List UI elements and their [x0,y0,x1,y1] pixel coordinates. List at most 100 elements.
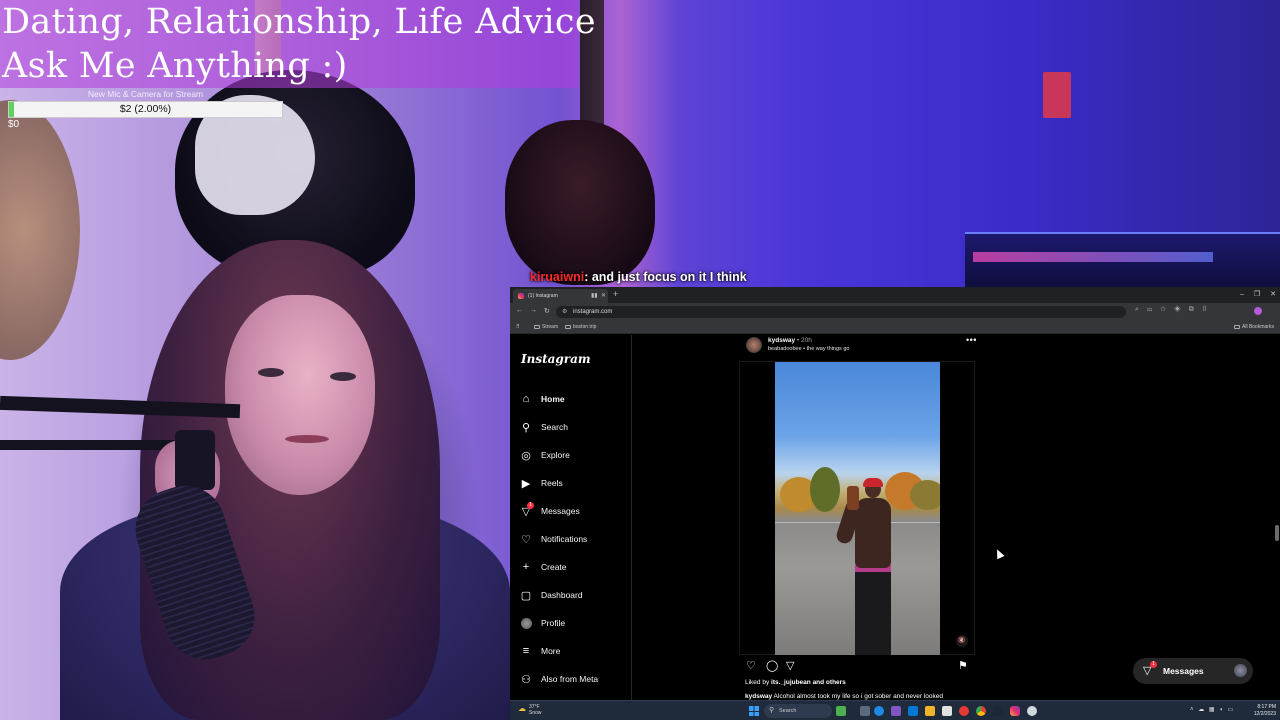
mute-icon[interactable]: 🔇 [956,635,968,647]
post-audio[interactable]: beabadoobee • the way things go [768,346,849,352]
bookmark-folder-stream[interactable]: Stream [534,324,558,330]
nav-reels[interactable]: ▶ Reels [520,474,630,492]
edge-icon[interactable] [874,706,884,716]
apps-grid-icon[interactable]: ⠿ [516,324,520,330]
save-bookmark-icon[interactable]: ⚑ [958,660,968,672]
chat-message: kiruaiwni: and just focus on it I think [530,270,747,284]
bookmark-star-icon[interactable]: ☆ [1160,306,1166,313]
nav-explore[interactable]: ◎ Explore [520,446,630,464]
clock-date: 12/2/2023 [1253,710,1276,717]
messages-badge: 1 [1150,661,1157,668]
nav-notifications[interactable]: ♡ Notifications [520,530,630,548]
comment-icon[interactable]: ◯ [766,660,778,672]
battery-icon[interactable]: ▭ [1228,707,1234,713]
dashboard-icon: ▢ [520,589,532,602]
hamburger-icon: ≡ [522,645,530,657]
zoom-icon[interactable]: ⌕ [1135,306,1139,313]
side-panel-icon[interactable]: ▯ [1202,306,1207,313]
instagram-favicon-icon [518,293,524,299]
nav-profile[interactable]: Profile [520,614,630,632]
obs-icon[interactable] [959,706,969,716]
forward-icon[interactable]: → [530,307,537,314]
mail-icon[interactable] [908,706,918,716]
start-icon[interactable] [749,706,759,716]
share-icon[interactable]: ▽ [786,660,794,672]
taskbar-app-icon[interactable] [891,706,901,716]
tab-instagram[interactable]: (1) Instagram ▮▮ ✕ [513,289,608,303]
liked-by-user[interactable]: its._jujubean [771,679,811,686]
tray-chevron-icon[interactable]: ˄ [1190,707,1194,713]
streamer-face [225,295,375,495]
reload-icon[interactable]: ↻ [544,307,550,315]
bookmark-folder-boston-trip[interactable]: boston trip [565,324,596,330]
tab-audio-icon[interactable]: ▮▮ [591,292,598,299]
network-icon[interactable]: ▦ [1209,707,1215,713]
close-window-icon[interactable]: ✕ [1270,291,1276,298]
post-actions: ♡ ◯ ▽ ⚑ [746,660,972,674]
like-icon[interactable]: ♡ [746,660,756,672]
donation-goal-min: $0 [8,119,20,130]
post-username-row: kydsway • 20h [768,337,812,344]
profile-photo [520,617,532,629]
file-explorer-icon[interactable] [925,706,935,716]
post-video[interactable] [775,362,940,655]
back-icon[interactable]: ← [516,307,523,314]
more-options-icon[interactable]: ••• [966,335,977,345]
taskbar: ☁ 37°F Snow ⚲ Search ˄ ☁ ▦ ◖ ▭ 8:17 PM 1… [510,700,1280,720]
nav-dashboard[interactable]: ▢ Dashboard [520,586,630,604]
taskbar-app-mouse-icon[interactable] [1027,706,1037,716]
messages-button[interactable]: ▽ 1 Messages [1133,658,1253,684]
mouse-cursor [993,547,1005,560]
nav-label: Reels [541,478,563,488]
messages-badge: 1 [527,502,534,509]
task-view-icon[interactable] [860,706,870,716]
extensions-puzzle-icon[interactable]: ⧉ [1189,306,1194,313]
taskbar-search[interactable]: ⚲ Search [764,704,832,718]
nav-create[interactable]: + Create [520,558,630,576]
screen-share-icon[interactable]: ▭ [1147,306,1152,313]
avatar [520,617,532,629]
folder-icon [534,324,540,329]
post-username[interactable]: kydsway [768,337,795,344]
instagram-sidebar: Instagram ⌂ Home ⚲ Search ◎ Explore ▶ Re… [510,335,632,720]
clock[interactable]: 8:17 PM 12/2/2023 [1248,704,1276,717]
new-tab-icon[interactable]: + [613,290,618,299]
scrollbar-thumb[interactable] [1275,525,1279,541]
toolbar-icons: ⌕ ▭ ☆ ◈ ⧉ ▯ [1135,306,1207,314]
instagram-logo[interactable]: Instagram [521,352,591,366]
liked-by-suffix[interactable]: and others [811,679,846,686]
plus-icon: + [522,561,530,573]
donation-goal-progress: $2 (2.00%) [119,103,172,115]
chat-username: kiruaiwni [530,270,585,284]
tab-close-icon[interactable]: ✕ [601,292,606,299]
post-avatar[interactable] [746,337,762,353]
tree [910,480,940,510]
taskbar-app-landscape-icon[interactable] [836,706,846,716]
nav-also-from-meta[interactable]: ⚇ Also from Meta [520,670,630,688]
extension-icon[interactable]: ◈ [1174,306,1181,313]
site-info-icon[interactable]: ⚙ [562,308,567,315]
nav-search[interactable]: ⚲ Search [520,418,630,436]
stream-title-line-2: Ask Me Anything :) [2,46,348,86]
folder-icon [1234,324,1240,329]
chrome-icon[interactable] [976,706,986,716]
onedrive-icon[interactable]: ☁ [1198,707,1204,713]
window-controls: – ❐ ✕ [1240,290,1276,298]
all-bookmarks[interactable]: All Bookmarks [1234,324,1274,330]
profile-avatar[interactable] [1254,307,1262,315]
caption-username[interactable]: kydsway [745,693,772,700]
nav-more[interactable]: ≡ More [520,642,630,660]
steam-icon[interactable] [993,706,1003,716]
nav-label: Notifications [541,534,588,544]
address-bar[interactable]: ⚙ instagram.com [556,306,1126,318]
volume-icon[interactable]: ◖ [1219,707,1223,713]
restore-icon[interactable]: ❐ [1254,291,1260,298]
minimize-icon[interactable]: – [1240,291,1244,298]
nav-messages[interactable]: ▽ 1 Messages [520,502,630,520]
mouth [285,435,329,443]
instagram-taskbar-icon[interactable] [1010,706,1020,716]
mic-mount [175,430,215,490]
post-media-frame: 🔇 [739,361,975,655]
notepad-icon[interactable] [942,706,952,716]
nav-home[interactable]: ⌂ Home [520,390,630,408]
